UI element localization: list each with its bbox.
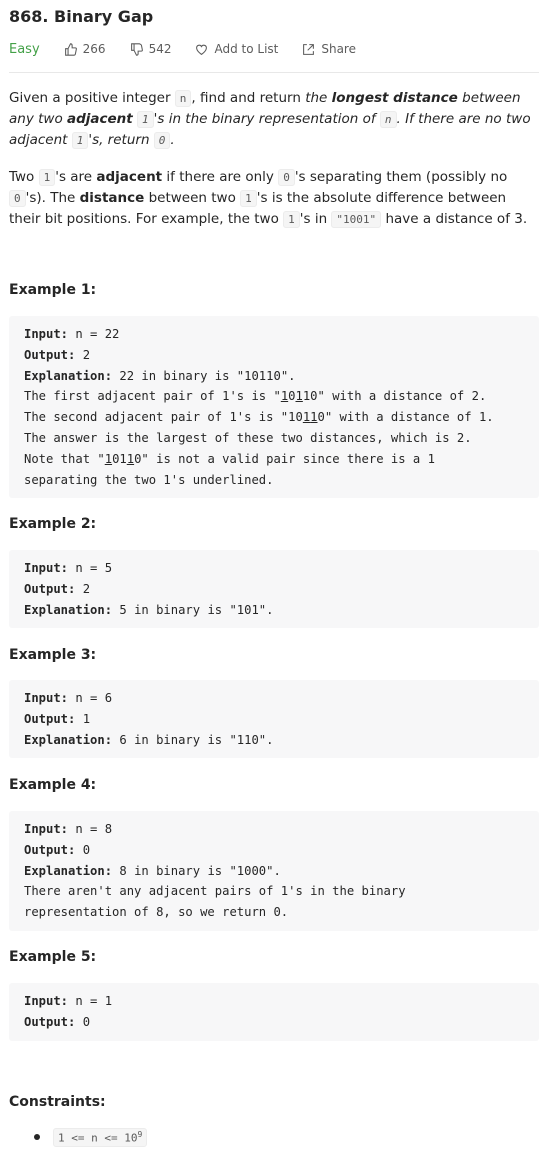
like-count: 266 <box>82 42 106 56</box>
header-divider <box>9 72 539 73</box>
problem-meta-bar: Easy 266 542 Add to List Share <box>9 40 539 58</box>
add-to-list-button[interactable]: Add to List <box>195 42 278 56</box>
share-label: Share <box>321 42 356 56</box>
like-button[interactable]: 266 <box>64 42 106 56</box>
example-1-heading: Example 1: <box>9 282 97 298</box>
constraints-heading: Constraints: <box>9 1094 106 1110</box>
example-3-block: Input: n = 6 Output: 1 Explanation: 6 in… <box>9 680 539 759</box>
bullet-icon <box>34 1134 40 1141</box>
example-4-block: Input: n = 8 Output: 0 Explanation: 8 in… <box>9 811 539 931</box>
example-1-block: Input: n = 22 Output: 2 Explanation: 22 … <box>9 316 539 499</box>
add-to-list-label: Add to List <box>214 42 279 56</box>
example-5-heading: Example 5: <box>9 949 97 965</box>
heart-icon <box>196 44 208 55</box>
dislike-count: 542 <box>148 42 172 56</box>
example-4-heading: Example 4: <box>9 777 97 793</box>
share-icon <box>303 43 315 55</box>
constraint-item: 1 <= n <= 109 <box>34 1128 148 1147</box>
thumbs-up-icon <box>64 42 77 56</box>
description-paragraph-1: Given a positive integer n, find and ret… <box>9 90 531 149</box>
description-paragraph-2: Two 1's are adjacent if there are only 0… <box>9 169 528 228</box>
constraint-text: 1 <= n <= 109 <box>53 1128 148 1147</box>
problem-title: 868. Binary Gap <box>9 7 154 26</box>
example-3-heading: Example 3: <box>9 647 97 663</box>
thumbs-down-icon <box>130 42 143 56</box>
example-2-block: Input: n = 5 Output: 2 Explanation: 5 in… <box>9 550 539 629</box>
dislike-button[interactable]: 542 <box>130 42 172 56</box>
difficulty-badge: Easy <box>9 41 40 57</box>
example-5-block: Input: n = 1 Output: 0 <box>9 983 539 1041</box>
share-button[interactable]: Share <box>302 42 356 56</box>
example-2-heading: Example 2: <box>9 516 97 532</box>
